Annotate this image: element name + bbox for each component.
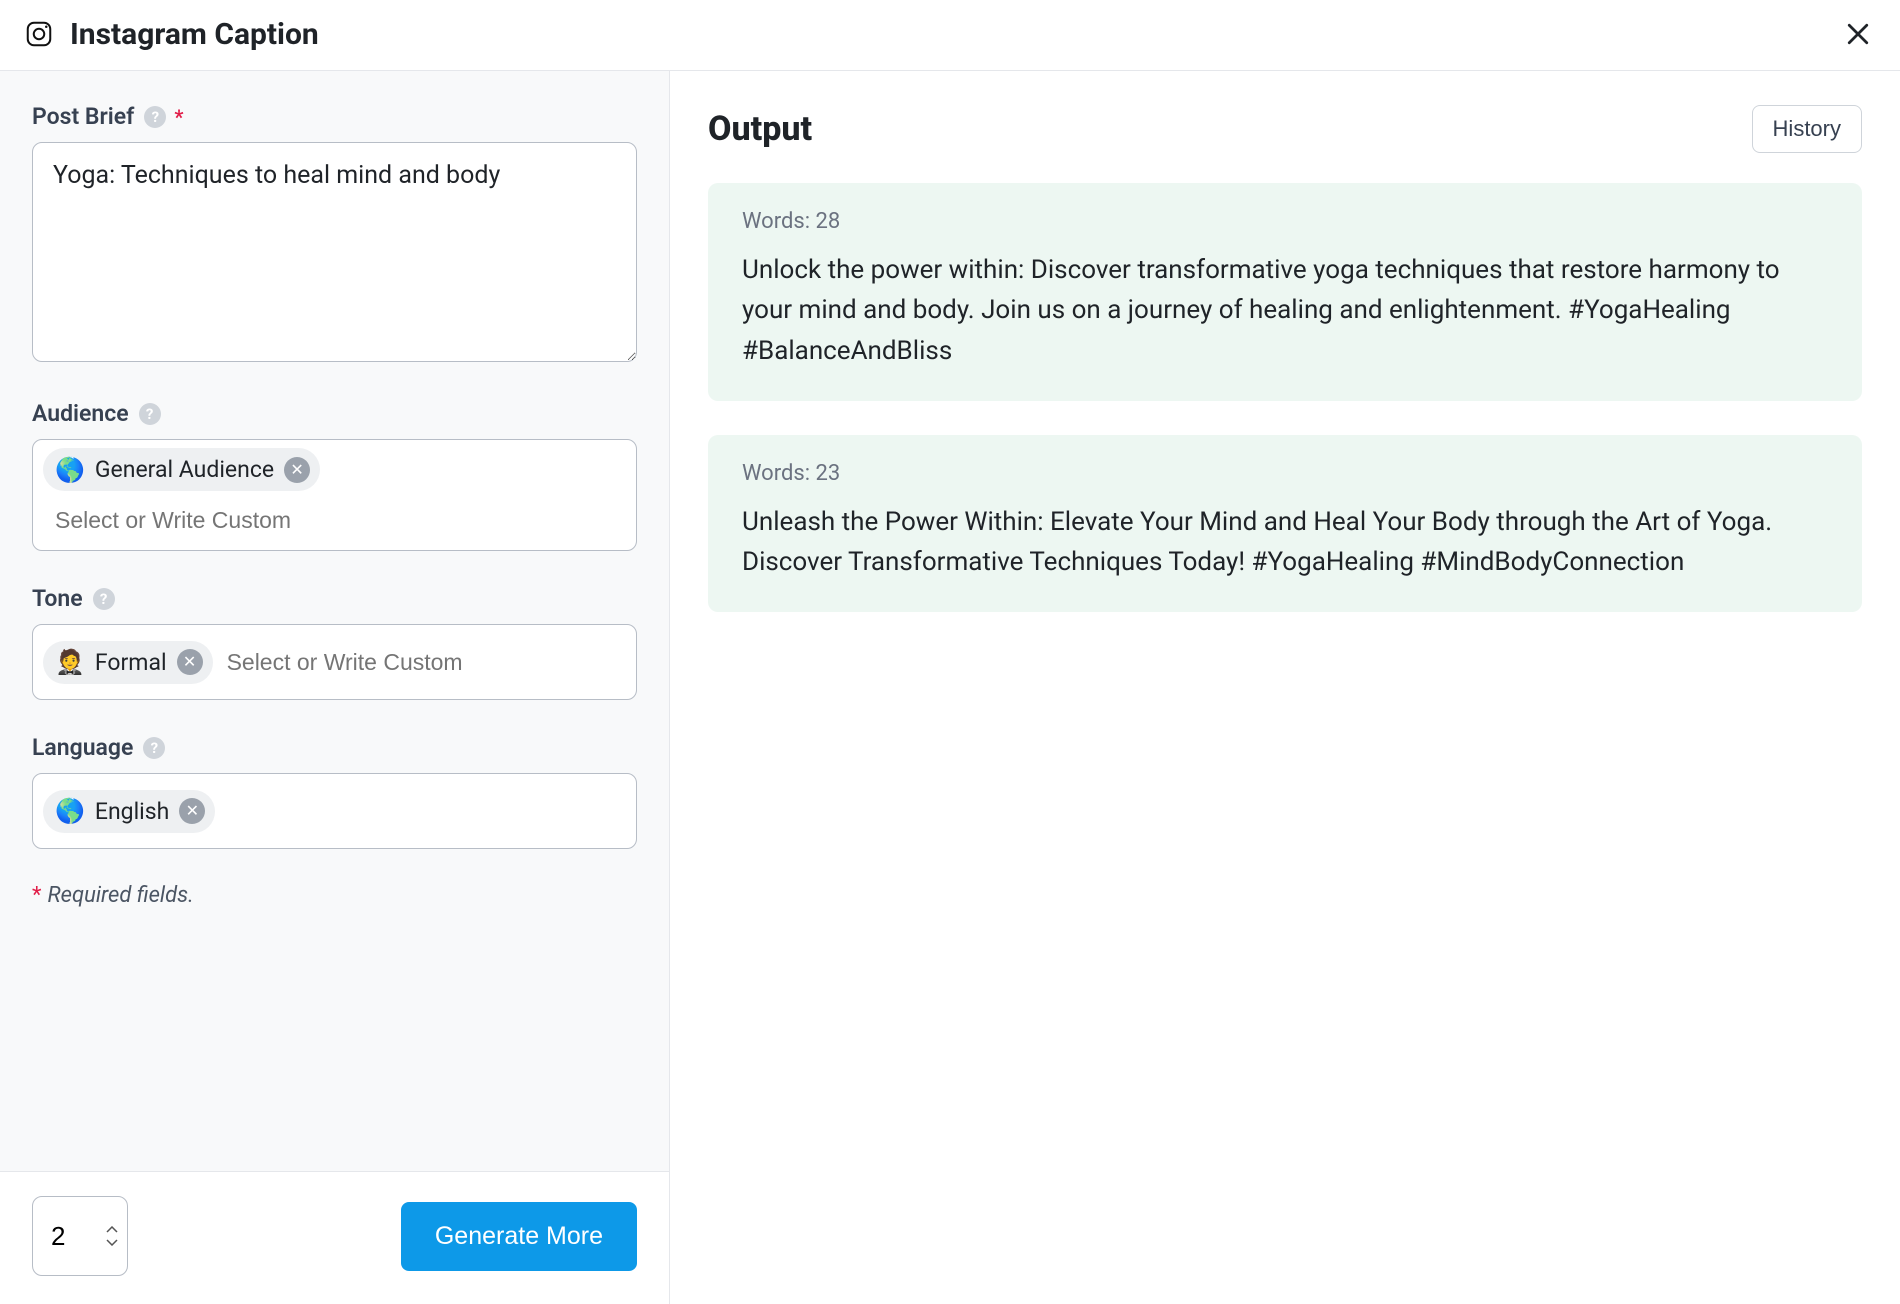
page-title: Instagram Caption — [70, 17, 319, 52]
chip-remove-button[interactable]: ✕ — [284, 457, 310, 483]
tone-chip-label: Formal — [95, 649, 167, 676]
required-star: * — [32, 883, 41, 908]
person-tuxedo-icon: 🤵 — [55, 650, 85, 674]
field-language: Language ? 🌎 English ✕ — [32, 734, 637, 849]
stepper-down[interactable] — [104, 1237, 120, 1247]
result-word-count: Words: 28 — [742, 209, 1828, 234]
stepper-up[interactable] — [104, 1225, 120, 1235]
form-sidebar: Post Brief ? * Audience ? 🌎 — [0, 71, 670, 1304]
sidebar-footer: Generate More — [0, 1171, 669, 1304]
modal-body: Post Brief ? * Audience ? 🌎 — [0, 71, 1900, 1304]
field-post-brief: Post Brief ? * — [32, 103, 637, 366]
globe-icon: 🌎 — [55, 458, 85, 482]
quantity-stepper[interactable] — [32, 1196, 128, 1276]
result-card[interactable]: Words: 23 Unleash the Power Within: Elev… — [708, 435, 1862, 613]
form-area: Post Brief ? * Audience ? 🌎 — [0, 71, 669, 1171]
output-header: Output History — [708, 105, 1862, 153]
audience-label: Audience — [32, 400, 129, 427]
audience-input[interactable]: 🌎 General Audience ✕ — [32, 439, 637, 551]
modal-header: Instagram Caption — [0, 0, 1900, 71]
help-icon[interactable]: ? — [143, 737, 165, 759]
field-label-row: Tone ? — [32, 585, 637, 612]
language-input[interactable]: 🌎 English ✕ — [32, 773, 637, 849]
audience-chip-label: General Audience — [95, 456, 274, 483]
result-word-count: Words: 23 — [742, 461, 1828, 486]
chip-remove-button[interactable]: ✕ — [179, 798, 205, 824]
required-indicator: * — [174, 105, 183, 129]
tone-input[interactable]: 🤵 Formal ✕ — [32, 624, 637, 700]
header-left: Instagram Caption — [22, 17, 319, 52]
language-chip[interactable]: 🌎 English ✕ — [43, 790, 215, 833]
help-icon[interactable]: ? — [144, 106, 166, 128]
language-label: Language — [32, 734, 133, 761]
stepper-arrows — [104, 1225, 120, 1247]
field-label-row: Language ? — [32, 734, 637, 761]
post-brief-textarea[interactable] — [32, 142, 637, 362]
field-audience: Audience ? 🌎 General Audience ✕ — [32, 400, 637, 551]
audience-chip[interactable]: 🌎 General Audience ✕ — [43, 448, 320, 491]
chip-remove-button[interactable]: ✕ — [177, 649, 203, 675]
history-button[interactable]: History — [1752, 105, 1862, 153]
tone-custom-input[interactable] — [221, 641, 626, 684]
language-chip-label: English — [95, 798, 169, 825]
result-card[interactable]: Words: 28 Unlock the power within: Disco… — [708, 183, 1862, 401]
post-brief-label: Post Brief — [32, 103, 134, 130]
required-fields-note: *Required fields. — [32, 883, 637, 908]
audience-custom-input[interactable] — [43, 499, 626, 542]
close-button[interactable] — [1840, 16, 1876, 52]
required-note-text: Required fields. — [47, 883, 193, 908]
result-text: Unleash the Power Within: Elevate Your M… — [742, 502, 1828, 583]
help-icon[interactable]: ? — [93, 588, 115, 610]
field-label-row: Audience ? — [32, 400, 637, 427]
output-panel: Output History Words: 28 Unlock the powe… — [670, 71, 1900, 1304]
result-text: Unlock the power within: Discover transf… — [742, 250, 1828, 371]
globe-icon: 🌎 — [55, 799, 85, 823]
help-icon[interactable]: ? — [139, 403, 161, 425]
modal-root: Instagram Caption Post Brief ? * — [0, 0, 1900, 1304]
field-label-row: Post Brief ? * — [32, 103, 637, 130]
field-tone: Tone ? 🤵 Formal ✕ — [32, 585, 637, 700]
tone-chip[interactable]: 🤵 Formal ✕ — [43, 641, 213, 684]
tone-label: Tone — [32, 585, 83, 612]
generate-more-button[interactable]: Generate More — [401, 1202, 637, 1271]
instagram-icon — [22, 17, 56, 51]
output-title: Output — [708, 109, 812, 149]
